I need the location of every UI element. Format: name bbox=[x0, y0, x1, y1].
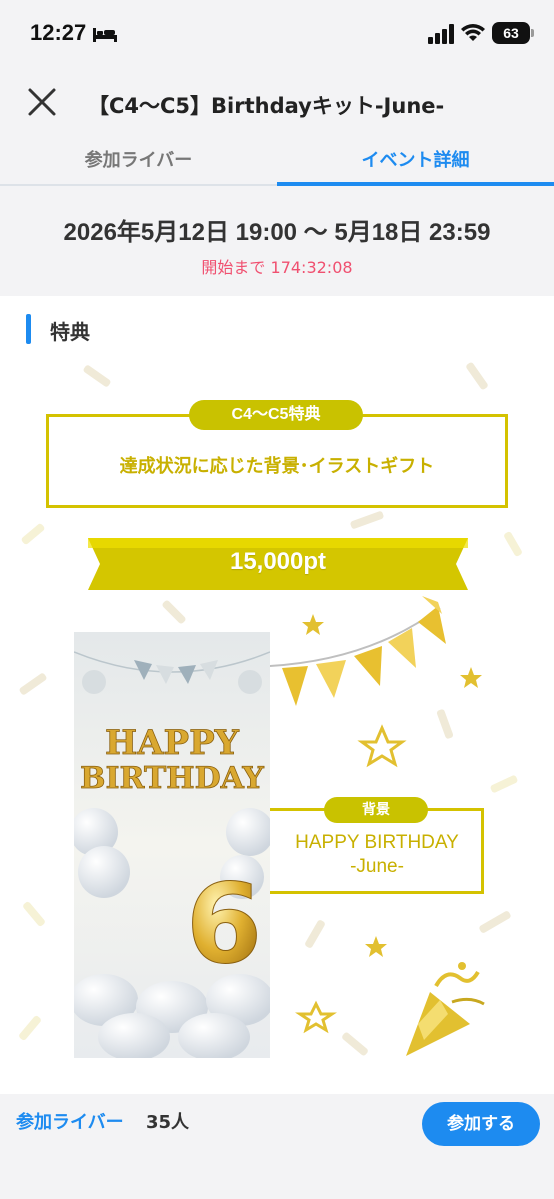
tab-event-details[interactable]: イベント詳細 bbox=[277, 146, 554, 172]
join-button[interactable]: 参加する bbox=[422, 1102, 540, 1146]
header: 【C4〜C5】Birthdayキット-June- bbox=[0, 70, 554, 140]
background-name: HAPPY BIRTHDAY bbox=[295, 832, 459, 853]
event-date-range: 2026年5月12日 19:00 〜 5月18日 23:59 bbox=[63, 219, 491, 246]
page-title: 【C4〜C5】Birthdayキット-June- bbox=[88, 94, 445, 118]
event-detail-screen: 12:27 63 【C4〜C5】Birthdayキット-June- 参加ライバー… bbox=[0, 0, 554, 1199]
section-accent-bar bbox=[26, 314, 31, 344]
close-icon[interactable] bbox=[22, 82, 62, 122]
start-countdown: 開始まで 174:32:08 bbox=[201, 258, 353, 277]
background-subname: -June- bbox=[350, 856, 404, 877]
reward-tier-badge: C4〜C5特典 bbox=[189, 400, 363, 430]
tab-participants[interactable]: 参加ライバー bbox=[0, 146, 277, 172]
status-time: 12:27 bbox=[30, 20, 87, 45]
section-title: 特典 bbox=[50, 320, 90, 344]
reward-description: 達成状況に応じた背景･イラストギフト bbox=[119, 456, 435, 477]
bottom-action-bar: 参加ライバー 35人 参加する bbox=[0, 1094, 554, 1199]
birthday-balloon-letters: BIRTHDAY bbox=[80, 761, 264, 796]
background-badge: 背景 bbox=[324, 797, 428, 823]
battery-nub bbox=[531, 29, 534, 37]
party-popper-icon bbox=[406, 962, 485, 1056]
event-period: 2026年5月12日 19:00 〜 5月18日 23:59 開始まで 174:… bbox=[0, 186, 554, 296]
number-six-balloon: 6 bbox=[186, 860, 263, 988]
status-bar: 12:27 63 bbox=[0, 0, 554, 70]
participants-link[interactable]: 参加ライバー bbox=[16, 1108, 124, 1134]
background-preview-image: HAPPY BIRTHDAY 6 bbox=[74, 632, 270, 1058]
participants-count: 35人 bbox=[146, 1112, 190, 1133]
bunting-flags-decoration bbox=[270, 596, 446, 706]
wifi-icon bbox=[461, 24, 485, 41]
cellular-signal-icon bbox=[428, 24, 454, 44]
happy-balloon-letters: HAPPY bbox=[105, 723, 240, 763]
battery-level: 63 bbox=[492, 22, 530, 44]
sleep-focus-icon bbox=[93, 28, 117, 42]
points-threshold: 15,000pt bbox=[229, 548, 327, 575]
tab-bar: 参加ライバー イベント詳細 bbox=[0, 140, 554, 186]
